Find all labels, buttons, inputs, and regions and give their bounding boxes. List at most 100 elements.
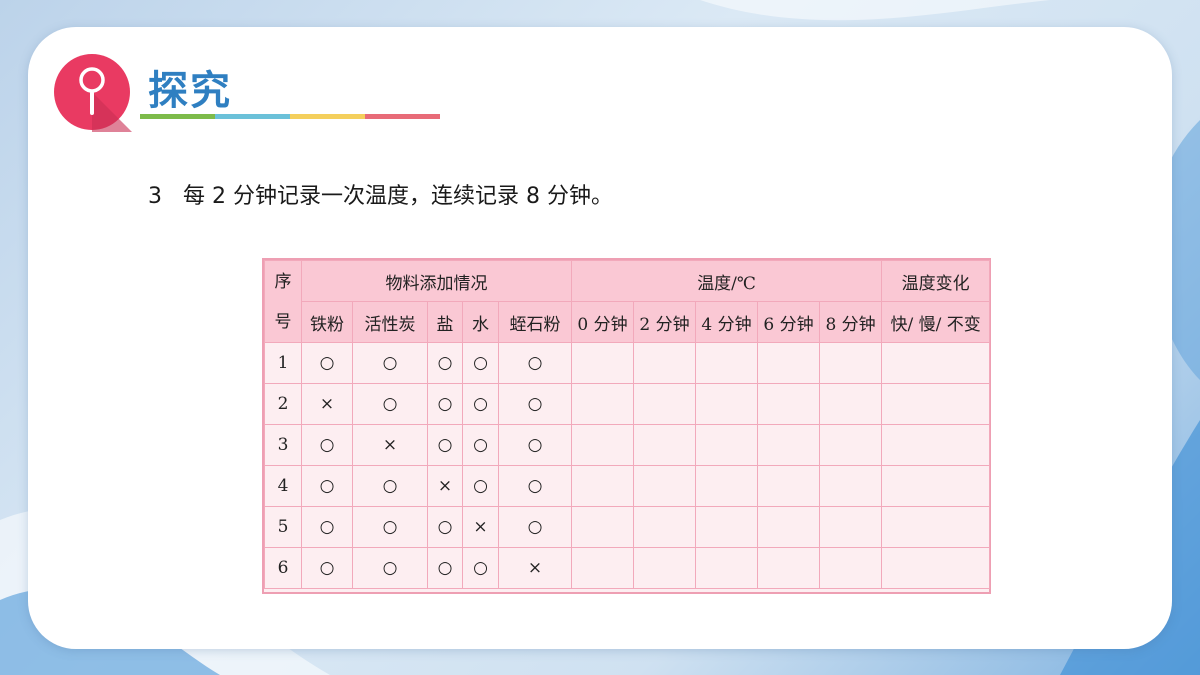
material-mark: ○ — [352, 547, 428, 589]
material-mark: ○ — [427, 547, 463, 589]
table-header-row: 序 号 物料添加情况 温度/℃ 温度变化 — [264, 260, 991, 343]
temperature-cell[interactable] — [819, 547, 883, 589]
row-seq: 6 — [264, 547, 302, 589]
table-row: 3 ○ × ○ ○ ○ — [264, 424, 991, 466]
change-cell[interactable] — [881, 424, 991, 466]
seq-header-line-2: 号 — [274, 311, 292, 332]
material-mark: × — [427, 465, 463, 507]
table-row: 5 ○ ○ ○ × ○ — [264, 506, 991, 548]
time-col-header: 2 分钟 — [633, 301, 697, 343]
temperature-cell[interactable] — [571, 547, 635, 589]
table-row: 2 × ○ ○ ○ ○ — [264, 383, 991, 425]
material-mark: ○ — [301, 465, 353, 507]
change-cell[interactable] — [881, 342, 991, 384]
table-row: 1 ○ ○ ○ ○ ○ — [264, 342, 991, 384]
row-seq: 3 — [264, 424, 302, 466]
section-title: 探究 — [148, 68, 232, 114]
material-mark: ○ — [462, 547, 499, 589]
temperature-cell[interactable] — [757, 383, 821, 425]
underline-segment-blue — [215, 114, 290, 119]
temperature-cell[interactable] — [757, 506, 821, 548]
title-underline — [140, 114, 440, 119]
temperature-cell[interactable] — [633, 506, 697, 548]
temperature-cell[interactable] — [757, 465, 821, 507]
material-col-header: 水 — [462, 301, 499, 343]
material-mark: × — [497, 547, 573, 589]
table-row: 6 ○ ○ ○ ○ × — [264, 547, 991, 589]
material-mark: ○ — [352, 383, 428, 425]
material-mark: × — [462, 506, 499, 548]
material-mark: ○ — [352, 465, 428, 507]
temperature-cell[interactable] — [819, 506, 883, 548]
instruction-text: 3 每 2 分钟记录一次温度，连续记录 8 分钟。 — [148, 184, 613, 209]
change-cell[interactable] — [881, 465, 991, 507]
material-mark: ○ — [497, 424, 573, 466]
temperature-cell[interactable] — [757, 424, 821, 466]
material-mark: ○ — [301, 342, 353, 384]
materials-header: 物料添加情况 — [300, 260, 573, 302]
material-mark: ○ — [427, 383, 463, 425]
row-seq: 1 — [264, 342, 302, 384]
material-mark: ○ — [301, 506, 353, 548]
temperature-cell[interactable] — [571, 383, 635, 425]
temperature-cell[interactable] — [633, 383, 697, 425]
temperature-cell[interactable] — [819, 465, 883, 507]
seq-header-line-1: 序 — [274, 271, 292, 292]
temperature-cell[interactable] — [819, 424, 883, 466]
row-seq: 2 — [264, 383, 302, 425]
temperature-cell[interactable] — [571, 342, 635, 384]
change-cell[interactable] — [881, 506, 991, 548]
material-mark: ○ — [352, 506, 428, 548]
material-mark: ○ — [352, 342, 428, 384]
table-row: 4 ○ ○ × ○ ○ — [264, 465, 991, 507]
underline-segment-yellow — [290, 114, 365, 119]
change-header: 温度变化 — [881, 260, 991, 302]
table-subheader-row: 铁粉 活性炭 盐 水 蛭石粉 0 分钟 2 分钟 4 分钟 6 分钟 8 分钟 … — [265, 301, 991, 343]
material-mark: ○ — [462, 342, 499, 384]
material-mark: ○ — [497, 383, 573, 425]
material-mark: ○ — [427, 342, 463, 384]
temperature-cell[interactable] — [571, 424, 635, 466]
material-col-header: 盐 — [427, 301, 463, 343]
temperature-header: 温度/℃ — [571, 260, 883, 302]
material-mark: ○ — [427, 424, 463, 466]
material-mark: ○ — [462, 424, 499, 466]
experiment-table: 序 号 物料添加情况 温度/℃ 温度变化 铁粉 活性炭 盐 水 蛭石粉 0 分钟… — [262, 258, 991, 594]
time-col-header: 0 分钟 — [571, 301, 635, 343]
temperature-cell[interactable] — [695, 424, 759, 466]
temperature-cell[interactable] — [695, 506, 759, 548]
temperature-cell[interactable] — [695, 465, 759, 507]
magnifier-icon — [54, 54, 132, 132]
temperature-cell[interactable] — [571, 506, 635, 548]
temperature-cell[interactable] — [757, 547, 821, 589]
material-col-header: 活性炭 — [352, 301, 428, 343]
change-col-header: 快/ 慢/ 不变 — [881, 301, 991, 343]
temperature-cell[interactable] — [633, 547, 697, 589]
temperature-cell[interactable] — [633, 342, 697, 384]
temperature-cell[interactable] — [633, 465, 697, 507]
time-col-header: 6 分钟 — [757, 301, 821, 343]
temperature-cell[interactable] — [633, 424, 697, 466]
change-cell[interactable] — [881, 383, 991, 425]
temperature-cell[interactable] — [695, 547, 759, 589]
material-mark: ○ — [462, 383, 499, 425]
underline-segment-red — [365, 114, 440, 119]
row-seq: 4 — [264, 465, 302, 507]
material-mark: ○ — [462, 465, 499, 507]
material-mark: ○ — [497, 506, 573, 548]
change-cell[interactable] — [881, 547, 991, 589]
temperature-cell[interactable] — [819, 342, 883, 384]
temperature-cell[interactable] — [757, 342, 821, 384]
row-seq: 5 — [264, 506, 302, 548]
material-mark: × — [352, 424, 428, 466]
seq-header: 序 号 — [264, 260, 302, 343]
temperature-cell[interactable] — [695, 383, 759, 425]
material-mark: ○ — [427, 506, 463, 548]
temperature-cell[interactable] — [819, 383, 883, 425]
underline-segment-green — [140, 114, 215, 119]
temperature-cell[interactable] — [695, 342, 759, 384]
material-mark: × — [301, 383, 353, 425]
material-mark: ○ — [301, 424, 353, 466]
material-col-header: 蛭石粉 — [497, 301, 573, 343]
temperature-cell[interactable] — [571, 465, 635, 507]
